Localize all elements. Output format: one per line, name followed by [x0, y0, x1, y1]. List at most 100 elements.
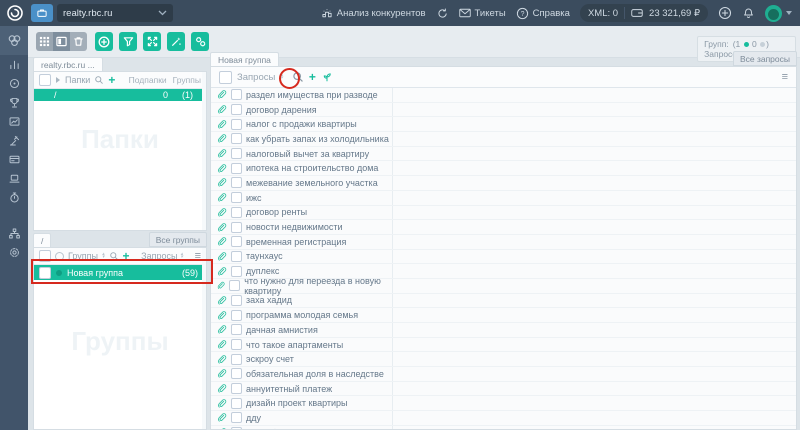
groups-scrollbar[interactable]: [202, 248, 206, 429]
nav-trend-icon[interactable]: [0, 112, 28, 131]
link-icon[interactable]: [216, 89, 227, 100]
competitors-link[interactable]: Анализ конкурентов: [321, 7, 426, 19]
nav-keywords-icon[interactable]: [0, 26, 28, 55]
link-icon[interactable]: [216, 163, 227, 174]
link-icon[interactable]: [216, 280, 225, 291]
add-query-button[interactable]: +: [309, 72, 316, 82]
balance-pill[interactable]: XML: 0 23 321,69 ₽: [580, 4, 708, 22]
help-link[interactable]: ? Справка: [516, 7, 570, 20]
col-groups[interactable]: Группы: [173, 75, 201, 85]
groups-tab[interactable]: /: [33, 233, 51, 247]
group-state-icon[interactable]: [55, 252, 64, 261]
query-row[interactable]: как избавиться от тараканов: [211, 426, 796, 429]
query-row[interactable]: что нужно для переезда в новую квартиру: [211, 279, 796, 294]
link-icon[interactable]: [216, 368, 227, 379]
query-checkbox[interactable]: [229, 280, 240, 291]
groups-select-all-checkbox[interactable]: [39, 250, 51, 262]
link-icon[interactable]: [216, 398, 227, 409]
query-checkbox[interactable]: [231, 89, 242, 100]
nav-positions-icon[interactable]: [0, 55, 28, 74]
query-checkbox[interactable]: [231, 310, 242, 321]
query-checkbox[interactable]: [231, 266, 242, 277]
delete-button[interactable]: [70, 32, 87, 51]
folders-scrollbar[interactable]: [202, 72, 206, 230]
query-checkbox[interactable]: [231, 148, 242, 159]
link-icon[interactable]: [216, 427, 227, 429]
search-queries-icon[interactable]: [292, 71, 304, 83]
query-checkbox[interactable]: [231, 236, 242, 247]
nav-bidder-icon[interactable]: [0, 131, 28, 150]
folders-tab[interactable]: realty.rbc.ru ...: [33, 57, 103, 71]
query-checkbox[interactable]: [231, 207, 242, 218]
sort-icon[interactable]: ▴▾: [280, 74, 283, 81]
link-icon[interactable]: [216, 177, 227, 188]
nav-sitemap-icon[interactable]: [0, 224, 28, 243]
link-icon[interactable]: [216, 339, 227, 350]
magic-tools-button[interactable]: [167, 32, 185, 51]
add-folder-button[interactable]: +: [108, 75, 115, 85]
link-icon[interactable]: [216, 354, 227, 365]
groups-menu-icon[interactable]: ≡: [195, 250, 201, 262]
project-selector[interactable]: realty.rbc.ru: [57, 4, 173, 22]
query-row[interactable]: дизайн проект квартиры: [211, 396, 796, 411]
query-row[interactable]: временная регистрация: [211, 235, 796, 250]
queries-tab[interactable]: Новая группа: [210, 52, 279, 66]
query-checkbox[interactable]: [231, 427, 242, 429]
query-checkbox[interactable]: [231, 324, 242, 335]
query-checkbox[interactable]: [231, 412, 242, 423]
query-checkbox[interactable]: [231, 398, 242, 409]
user-menu[interactable]: [765, 5, 792, 22]
query-row[interactable]: эскроу счет: [211, 352, 796, 367]
updates-icon[interactable]: [436, 7, 449, 20]
nav-settings-gear-icon[interactable]: [0, 243, 28, 262]
automation-button[interactable]: [191, 32, 209, 51]
add-group-button[interactable]: +: [123, 251, 130, 261]
query-checkbox[interactable]: [231, 163, 242, 174]
link-icon[interactable]: [216, 104, 227, 115]
query-row[interactable]: заха хадид: [211, 294, 796, 309]
query-row[interactable]: налоговый вычет за квартиру: [211, 147, 796, 162]
query-checkbox[interactable]: [231, 368, 242, 379]
query-row[interactable]: как убрать запах из холодильника: [211, 132, 796, 147]
query-checkbox[interactable]: [231, 383, 242, 394]
notifications-bell-icon[interactable]: [742, 7, 755, 20]
query-checkbox[interactable]: [231, 192, 242, 203]
link-icon[interactable]: [216, 207, 227, 218]
query-row[interactable]: программа молодая семья: [211, 308, 796, 323]
query-row[interactable]: обязательная доля в наследстве: [211, 367, 796, 382]
search-icon[interactable]: [94, 75, 104, 85]
query-row[interactable]: дачная амнистия: [211, 323, 796, 338]
link-icon[interactable]: [216, 251, 227, 262]
query-checkbox[interactable]: [231, 177, 242, 188]
query-row[interactable]: договор дарения: [211, 103, 796, 118]
query-checkbox[interactable]: [231, 251, 242, 262]
group-row[interactable]: Новая группа (59): [34, 265, 206, 280]
tickets-link[interactable]: Тикеты: [459, 8, 506, 19]
nav-trophy-icon[interactable]: [0, 93, 28, 112]
all-groups-button[interactable]: Все группы: [149, 232, 207, 247]
link-icon[interactable]: [216, 236, 227, 247]
folders-select-all-checkbox[interactable]: [39, 74, 51, 86]
query-checkbox[interactable]: [231, 133, 242, 144]
query-row[interactable]: ипотека на строительство дома: [211, 161, 796, 176]
query-row[interactable]: дду: [211, 411, 796, 426]
root-folder-row[interactable]: / 0 (1): [34, 89, 206, 101]
query-checkbox[interactable]: [231, 104, 242, 115]
sort-icon[interactable]: ▴▾: [180, 253, 183, 260]
add-funds-icon[interactable]: [718, 6, 732, 20]
queries-select-all-checkbox[interactable]: [219, 71, 232, 84]
nav-stopwatch-icon[interactable]: [0, 188, 28, 207]
link-icon[interactable]: [216, 412, 227, 423]
col-queries[interactable]: Запросы: [141, 251, 177, 261]
project-icon-button[interactable]: [31, 4, 53, 22]
query-checkbox[interactable]: [231, 354, 242, 365]
all-queries-button[interactable]: Все запросы: [733, 51, 797, 66]
filter-button[interactable]: [119, 32, 137, 51]
expand-button[interactable]: [143, 32, 161, 51]
add-button[interactable]: [95, 32, 113, 51]
query-row[interactable]: аннуитетный платеж: [211, 382, 796, 397]
query-checkbox[interactable]: [231, 222, 242, 233]
auto-select-icon[interactable]: [321, 71, 333, 83]
group-checkbox[interactable]: [39, 267, 51, 279]
link-icon[interactable]: [216, 192, 227, 203]
